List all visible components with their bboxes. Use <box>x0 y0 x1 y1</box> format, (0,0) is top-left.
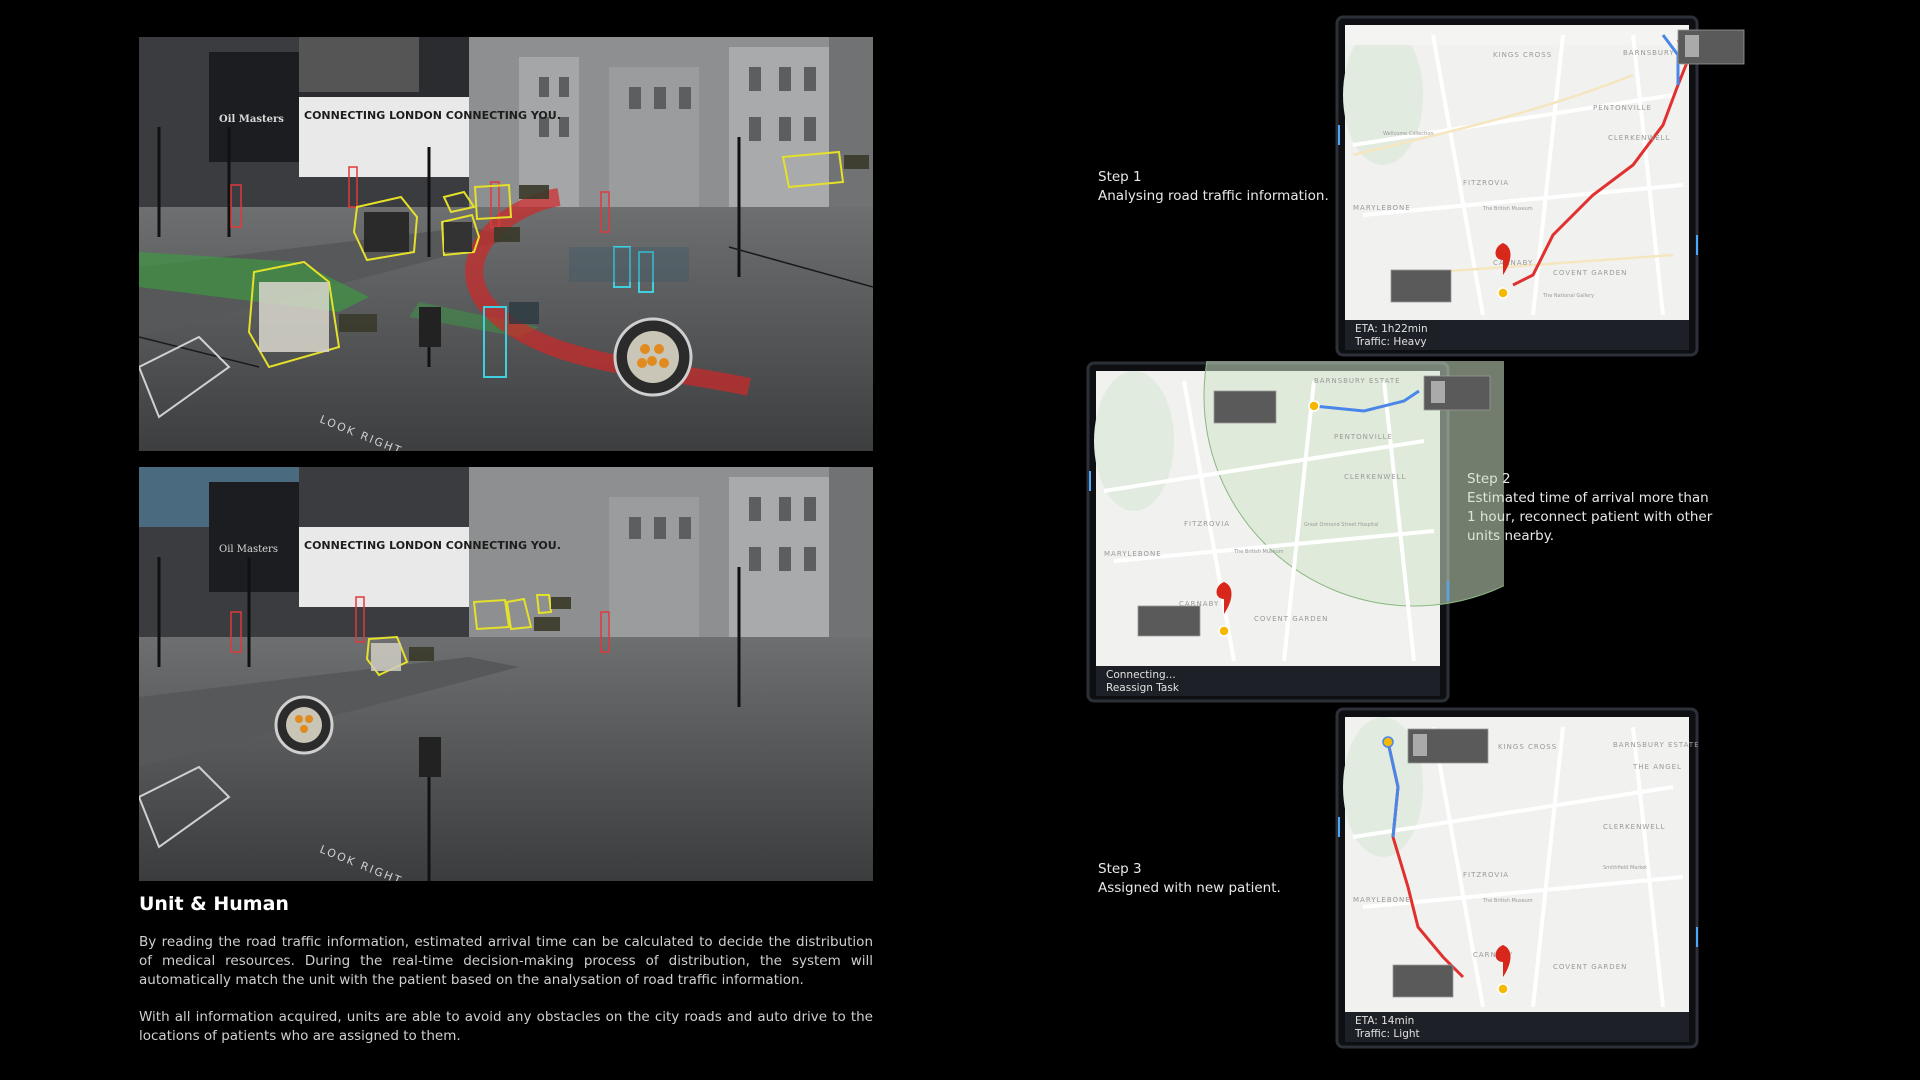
map2-label-covent-garden: COVENT GARDEN <box>1254 615 1328 623</box>
billboard-text: CONNECTING LONDON CONNECTING YOU. <box>304 109 561 122</box>
step-2-reassign: Reassign Task <box>1106 682 1179 694</box>
map3-label-clerkenwell: CLERKENWELL <box>1603 823 1665 831</box>
map2-label-clerkenwell: CLERKENWELL <box>1344 473 1406 481</box>
section-title: Unit & Human <box>139 893 289 915</box>
map3-label-smithfield: Smithfield Market <box>1603 865 1647 871</box>
step-3-heading: Step 3 <box>1098 861 1142 877</box>
street-scene-analysis-2: Oil Masters CONNECTING LONDON CONNECTING… <box>139 467 873 881</box>
map2-label-barnsbury: BARNSBURY ESTATE <box>1314 377 1401 385</box>
step-3-text: Assigned with new patient. <box>1098 880 1281 896</box>
map3-label-fitzrovia: FITZROVIA <box>1463 871 1509 879</box>
map-label-kings-cross: KINGS CROSS <box>1493 51 1552 59</box>
map2-label-great-ormond: Great Ormond Street Hospital <box>1304 522 1378 528</box>
map2-label-fitzrovia: FITZROVIA <box>1184 520 1230 528</box>
map-label-british-museum: The British Museum <box>1482 206 1533 212</box>
map3-label-barnsbury: BARNSBURY ESTATE <box>1613 741 1700 749</box>
map2-label-british-museum: The British Museum <box>1233 549 1284 555</box>
step-3-traffic: Traffic: Light <box>1355 1028 1420 1040</box>
description-paragraph-2: With all information acquired, units are… <box>139 1009 873 1044</box>
map2-label-pentonville: PENTONVILLE <box>1334 433 1393 441</box>
map-label-wellcome: Wellcome Collection <box>1383 131 1434 137</box>
map-tablet-step-2: BARNSBURY ESTATE PENTONVILLE CLERKENWELL… <box>1084 361 1504 703</box>
step-1-heading: Step 1 <box>1098 169 1142 185</box>
map-label-pentonville: PENTONVILLE <box>1593 104 1652 112</box>
map3-label-marylebone: MARYLEBONE <box>1353 896 1411 904</box>
map3-label-the-angel: THE ANGEL <box>1632 763 1682 771</box>
map-label-covent-garden: COVENT GARDEN <box>1553 269 1627 277</box>
step-1-traffic: Traffic: Heavy <box>1355 336 1427 348</box>
step-1-label: Step 1 Analysing road traffic informatio… <box>1098 168 1329 206</box>
street-scene-analysis-1: Oil Masters CONNECTING LONDON CONNECTING… <box>139 37 873 451</box>
oil-masters-sign: Oil Masters <box>219 114 284 125</box>
map-tablet-step-1: BARNSBURY ESTATE KINGS CROSS PENTONVILLE… <box>1333 15 1753 357</box>
billboard-text-2: CONNECTING LONDON CONNECTING YOU. <box>304 539 561 552</box>
map-label-national-gallery: The National Gallery <box>1542 293 1594 299</box>
step-3-eta: ETA: 14min <box>1355 1015 1415 1027</box>
oil-masters-sign-2: Oil Masters <box>219 544 278 555</box>
map3-label-british-museum: The British Museum <box>1482 898 1533 904</box>
map-label-fitzrovia: FITZROVIA <box>1463 179 1509 187</box>
map-label-carnaby: CARNABY <box>1493 259 1533 267</box>
map2-label-marylebone: MARYLEBONE <box>1104 550 1162 558</box>
map-tablet-step-3: BARNSBURY ESTATE KINGS CROSS THE ANGEL C… <box>1333 707 1753 1049</box>
step-1-text: Analysing road traffic information. <box>1098 188 1329 204</box>
step-3-label: Step 3 Assigned with new patient. <box>1098 860 1281 898</box>
map3-label-kings-cross: KINGS CROSS <box>1498 743 1557 751</box>
step-2-status: Connecting... Reassign Task <box>1106 669 1179 695</box>
step-3-status: ETA: 14min Traffic: Light <box>1355 1015 1420 1041</box>
map-label-clerkenwell: CLERKENWELL <box>1608 134 1670 142</box>
step-2-connecting: Connecting... <box>1106 669 1176 681</box>
step-1-eta: ETA: 1h22min <box>1355 323 1428 335</box>
step-1-status: ETA: 1h22min Traffic: Heavy <box>1355 323 1428 349</box>
description-paragraph-1: By reading the road traffic information,… <box>139 934 873 988</box>
map-label-marylebone: MARYLEBONE <box>1353 204 1411 212</box>
map3-label-covent-garden: COVENT GARDEN <box>1553 963 1627 971</box>
